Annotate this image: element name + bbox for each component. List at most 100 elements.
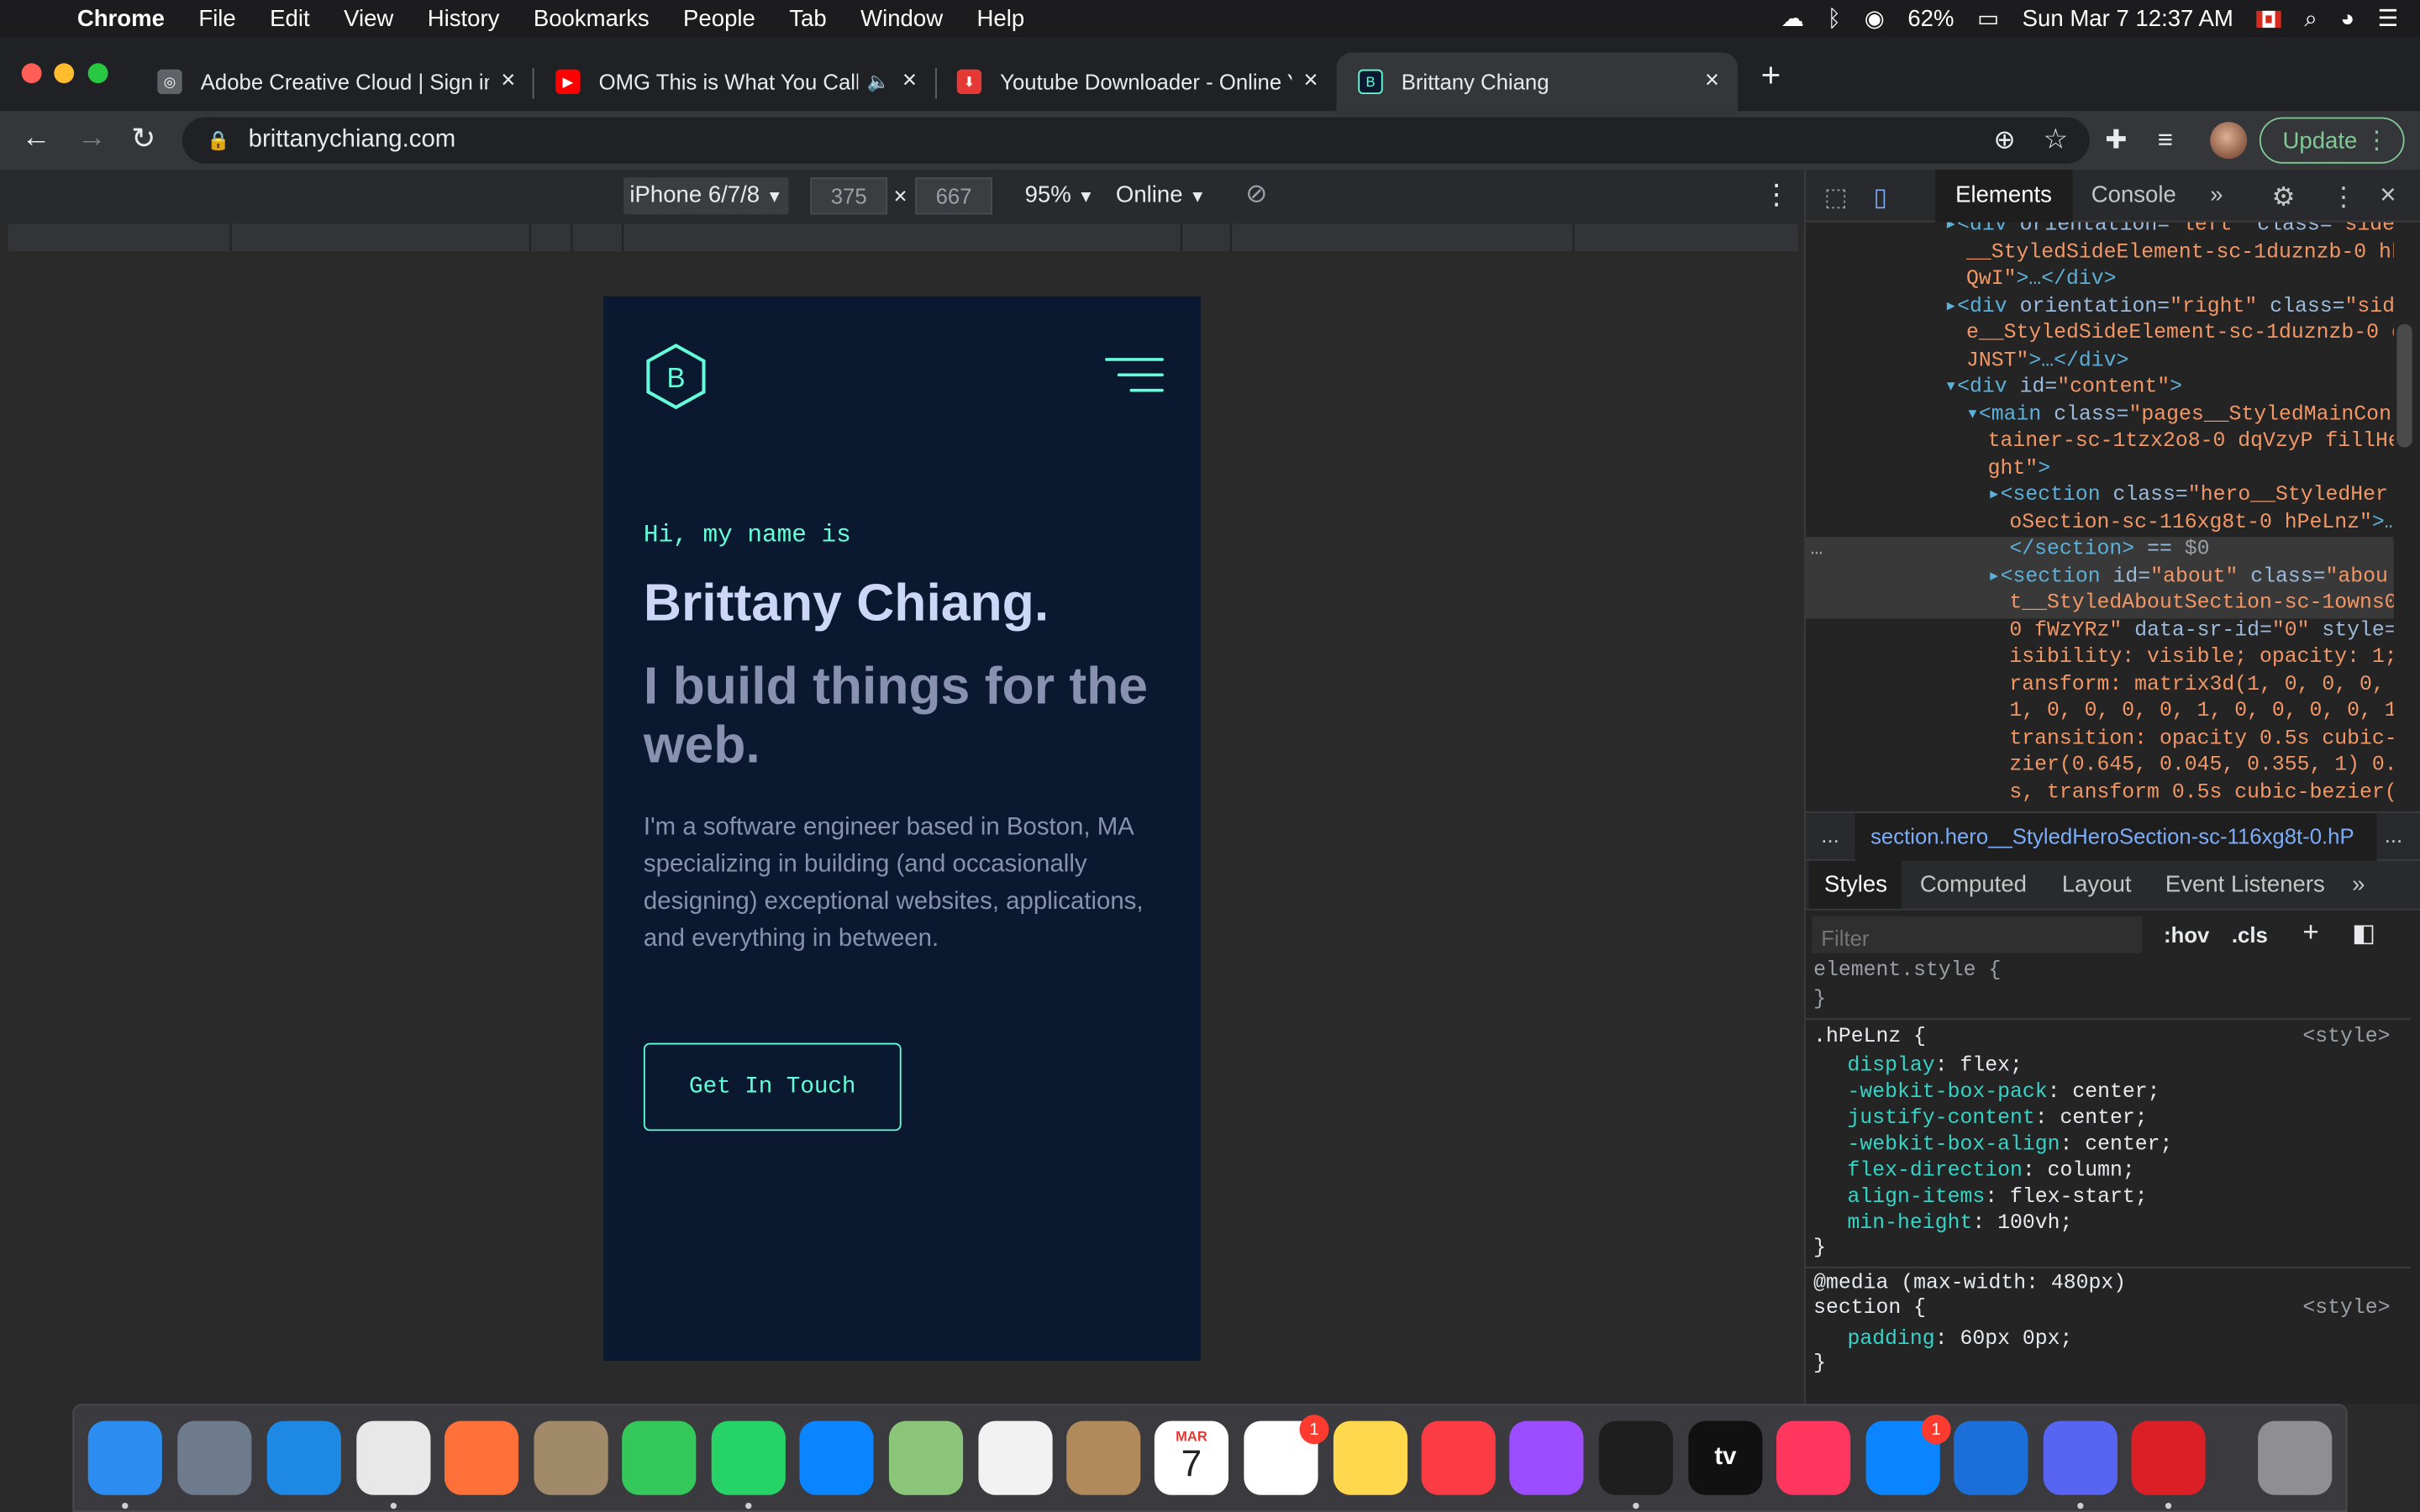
dom-node-line[interactable]: 1, 0, 0, 0, 0, 1, 0, 0, 0, 0, 1); <box>2009 699 2393 726</box>
new-tab-plus-icon[interactable]: + <box>1761 55 1781 96</box>
rule-selector[interactable]: section { <box>1813 1298 1926 1321</box>
back-arrow-icon[interactable]: ← <box>22 122 51 155</box>
battery-percent[interactable]: 62% <box>1907 5 1954 31</box>
dock-frame-app-icon[interactable] <box>1954 1420 2028 1495</box>
css-declaration[interactable]: flex-direction: column; <box>1848 1160 2135 1184</box>
dom-node-line[interactable]: tainer-sc-1tzx2o8-0 dqVzyP fillHei <box>1988 429 2394 456</box>
breadcrumb-more[interactable]: ... <box>1821 822 1839 847</box>
dock-creative-cloud-icon[interactable] <box>2131 1420 2206 1495</box>
device-select[interactable]: iPhone 6/7/8 ▼ <box>623 177 790 215</box>
menu-history[interactable]: History <box>428 5 500 31</box>
bluetooth-icon[interactable]: ᛒ <box>1828 5 1842 31</box>
spotlight-search-icon[interactable]: ⌕ <box>2304 5 2317 31</box>
dom-node-line[interactable]: e__StyledSideElement-sc-1duznzb-0 dF <box>1966 321 2394 348</box>
dom-node-line[interactable]: ▸<div orientation="left" class="side <box>1944 222 2393 239</box>
menu-file[interactable]: File <box>198 5 235 31</box>
node-ellipsis[interactable]: … <box>1810 537 1823 564</box>
extensions-puzzle-icon[interactable]: ✚ <box>2105 125 2127 156</box>
tab-youtube-downloader[interactable]: ⬇ Youtube Downloader - Online Y × <box>935 52 1337 111</box>
logo-hexagon-icon[interactable]: B <box>644 343 708 411</box>
update-button[interactable]: Update ⋮ <box>2259 117 2405 164</box>
tab-elements[interactable]: Elements <box>1955 182 2052 208</box>
clock[interactable]: Sun Mar 7 12:37 AM <box>2023 5 2233 31</box>
dock-discord-icon[interactable] <box>2043 1420 2118 1495</box>
device-toggle-icon[interactable]: ▯ <box>1874 182 1887 213</box>
tab-youtube-video[interactable]: ▶ OMG This is What You Call 🔈 × <box>534 52 935 111</box>
subtab-event-listeners[interactable]: Event Listeners <box>2165 872 2325 898</box>
zoom-window-button[interactable] <box>87 63 108 84</box>
close-window-button[interactable] <box>21 63 42 84</box>
hov-toggle[interactable]: :hov <box>2164 922 2209 947</box>
dock-photos-icon[interactable] <box>978 1420 1053 1495</box>
dock-preview-icon[interactable] <box>534 1420 608 1495</box>
dock-contacts-icon[interactable] <box>1066 1420 1141 1495</box>
rule-source-link[interactable]: <style> <box>2302 1026 2390 1049</box>
dom-node-line[interactable]: 0 fWzYRz" data-sr-id="0" style="v <box>2009 618 2393 645</box>
cls-toggle[interactable]: .cls <box>2232 922 2268 947</box>
dock-trash-icon[interactable] <box>2258 1420 2333 1495</box>
toggle-sidebar-icon[interactable]: ◧ <box>2352 918 2375 949</box>
network-throttle-select[interactable]: Online ▼ <box>1116 182 1206 208</box>
close-devtools-icon[interactable]: × <box>2380 179 2396 212</box>
dock-apple-tv-icon[interactable]: tv <box>1688 1420 1763 1495</box>
audio-playing-icon[interactable]: 🔈 <box>867 71 890 92</box>
forward-arrow-icon[interactable]: → <box>77 122 107 155</box>
url-text[interactable]: brittanychiang.com <box>249 127 456 155</box>
menu-window[interactable]: Window <box>860 5 943 31</box>
dom-node-line[interactable]: JNST">…</div> <box>1966 348 2128 375</box>
rule-selector[interactable]: .hPeLnz { <box>1813 1026 1926 1049</box>
dom-node-line[interactable]: ▾<div id="content"> <box>1944 375 2182 402</box>
dom-node-line[interactable]: ▸<section class="hero__StyledHer <box>1988 483 2388 510</box>
profile-avatar[interactable] <box>2210 122 2248 160</box>
menu-tab[interactable]: Tab <box>789 5 826 31</box>
dom-node-line[interactable]: </section> == $0 <box>2009 537 2209 564</box>
chrome-menu-kebab-icon[interactable]: ⋮ <box>2365 125 2389 156</box>
dock-vscode-icon[interactable] <box>1598 1420 1673 1495</box>
dock-podcasts-icon[interactable] <box>1509 1420 1584 1495</box>
breadcrumb-selected-node[interactable]: section.hero__StyledHeroSection-sc-116xg… <box>1854 812 2377 861</box>
dock-chrome-icon[interactable] <box>356 1420 431 1495</box>
dom-node-line[interactable]: ght"> <box>1988 456 2050 483</box>
css-declaration[interactable]: -webkit-box-align: center; <box>1848 1134 2173 1158</box>
settings-gear-icon[interactable]: ⚙ <box>2272 182 2296 213</box>
viewport-height-input[interactable]: 667 <box>915 177 992 215</box>
minimize-window-button[interactable] <box>54 63 75 84</box>
menu-app-name[interactable]: Chrome <box>77 5 165 31</box>
dom-node-line[interactable]: QwI">…</div> <box>1966 267 2117 294</box>
reload-icon[interactable]: ↻ <box>131 122 155 157</box>
menu-bookmarks[interactable]: Bookmarks <box>534 5 650 31</box>
subtab-styles[interactable]: Styles <box>1824 872 1887 898</box>
input-source-flag-icon[interactable] <box>2256 9 2281 28</box>
viewport-width-input[interactable]: 375 <box>810 177 888 215</box>
siri-icon[interactable]: ◕ <box>2340 5 2354 31</box>
address-bar[interactable]: 🔒 brittanychiang.com ⊕ ☆ <box>182 117 2090 164</box>
dock-music-icon[interactable] <box>1421 1420 1496 1495</box>
dock-firefox-icon[interactable] <box>444 1420 519 1495</box>
breadcrumb-more-right[interactable]: ... <box>2385 822 2402 847</box>
dock-calendar-icon[interactable]: MAR 7 <box>1154 1420 1229 1495</box>
more-subtabs-chevron-icon[interactable]: » <box>2352 872 2365 898</box>
devtools-kebab-icon[interactable]: ⋮ <box>2330 182 2356 213</box>
media-query-ruler[interactable] <box>8 223 1798 252</box>
battery-icon[interactable]: ▭ <box>1977 5 1999 32</box>
close-tab-icon[interactable]: × <box>1303 68 1318 96</box>
css-declaration[interactable]: padding: 60px 0px; <box>1848 1328 2073 1352</box>
dock-notes-icon[interactable] <box>1333 1420 1408 1495</box>
dock-safari-icon[interactable] <box>266 1420 341 1495</box>
dock-messages-icon[interactable] <box>799 1420 874 1495</box>
dom-node-line[interactable]: ▸<div orientation="right" class="sid <box>1944 294 2393 321</box>
dom-node-line[interactable]: __StyledSideElement-sc-1duznzb-0 hbG <box>1966 240 2394 267</box>
close-tab-icon[interactable]: × <box>1705 68 1719 96</box>
menu-edit[interactable]: Edit <box>270 5 309 31</box>
styles-filter-input[interactable] <box>1812 916 2143 954</box>
dock-whatsapp-icon[interactable] <box>711 1420 786 1495</box>
dom-node-line[interactable]: ▸<section id="about" class="abou <box>1988 564 2388 591</box>
wifi-icon[interactable]: ◉ <box>1865 5 1885 32</box>
subtab-computed[interactable]: Computed <box>1920 872 2027 898</box>
control-center-icon[interactable]: ☰ <box>2378 5 2399 32</box>
element-style-selector[interactable]: element.style { <box>1813 959 2001 983</box>
zoom-select[interactable]: 95% ▼ <box>1025 182 1095 208</box>
close-tab-icon[interactable]: × <box>902 68 917 96</box>
dock-facetime-icon[interactable] <box>622 1420 697 1495</box>
rotate-icon[interactable]: ⊘ <box>1245 179 1267 210</box>
